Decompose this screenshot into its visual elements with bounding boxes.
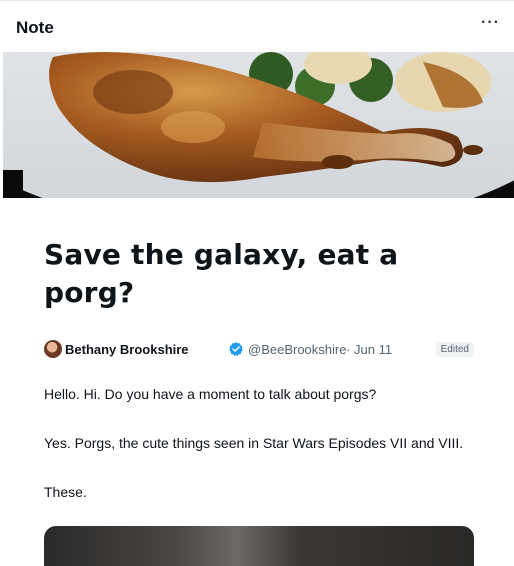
verified-badge-icon — [229, 342, 243, 357]
edited-badge: Edited — [435, 342, 474, 357]
paragraph-3: These. — [44, 484, 87, 500]
publish-date[interactable]: Jun 11 — [354, 342, 392, 357]
avatar[interactable] — [44, 340, 62, 358]
roast-chicken-photo — [3, 52, 514, 198]
paragraph-2: Yes. Porgs, the cute things seen in Star… — [44, 435, 464, 451]
note-title: Note — [16, 18, 54, 37]
embedded-media[interactable] — [44, 526, 474, 566]
note-header: Note ··· — [0, 0, 514, 52]
hero-image — [3, 52, 514, 198]
author-handle[interactable]: @BeeBrookshire — [248, 342, 346, 357]
byline-separator: · — [346, 342, 351, 357]
article-title: Save the galaxy, eat a porg? — [44, 238, 399, 309]
byline: Bethany Brookshire @BeeBrookshire · Jun … — [44, 338, 474, 362]
paragraph-1: Hello. Hi. Do you have a moment to talk … — [44, 386, 377, 402]
more-options-button[interactable]: ··· — [481, 15, 500, 31]
author-name[interactable]: Bethany Brookshire — [65, 342, 189, 357]
